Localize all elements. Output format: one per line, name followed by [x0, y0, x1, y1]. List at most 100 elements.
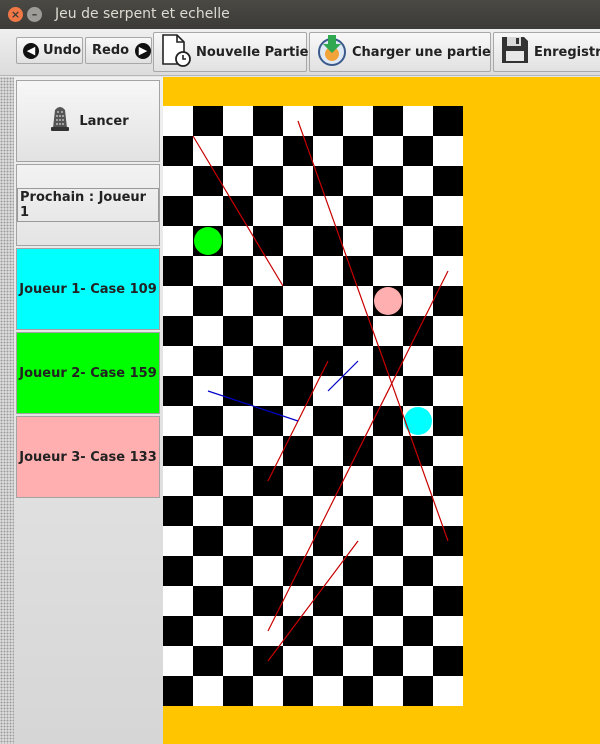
board-cell[interactable] [313, 136, 343, 166]
board-cell[interactable] [223, 556, 253, 586]
board-cell[interactable] [163, 166, 193, 196]
board-cell[interactable] [403, 346, 433, 376]
board-cell[interactable] [283, 466, 313, 496]
board-cell[interactable] [403, 106, 433, 136]
board-cell[interactable] [313, 466, 343, 496]
board-cell[interactable] [193, 466, 223, 496]
board-cell[interactable] [283, 646, 313, 676]
board-cell[interactable] [403, 256, 433, 286]
board-cell[interactable] [373, 496, 403, 526]
board-cell[interactable] [163, 376, 193, 406]
board-cell[interactable] [163, 346, 193, 376]
board-cell[interactable] [373, 616, 403, 646]
board-cell[interactable] [253, 166, 283, 196]
board-cell[interactable] [433, 316, 463, 346]
board-cell[interactable] [163, 646, 193, 676]
board-cell[interactable] [373, 646, 403, 676]
board-cell[interactable] [373, 316, 403, 346]
board-cell[interactable] [433, 556, 463, 586]
board-cell[interactable] [343, 616, 373, 646]
board-cell[interactable] [343, 316, 373, 346]
board-cell[interactable] [373, 526, 403, 556]
board-cell[interactable] [313, 616, 343, 646]
board-cell[interactable] [163, 256, 193, 286]
board-cell[interactable] [343, 646, 373, 676]
board-cell[interactable] [193, 166, 223, 196]
board-cell[interactable] [223, 346, 253, 376]
board-cell[interactable] [433, 196, 463, 226]
board-cell[interactable] [253, 196, 283, 226]
board-cell[interactable] [373, 466, 403, 496]
board-cell[interactable] [193, 616, 223, 646]
board-cell[interactable] [403, 556, 433, 586]
board-cell[interactable] [193, 346, 223, 376]
board-cell[interactable] [223, 586, 253, 616]
undo-button[interactable]: ◀ Undo [16, 37, 83, 64]
board-cell[interactable] [193, 286, 223, 316]
board-cell[interactable] [373, 436, 403, 466]
board-cell[interactable] [343, 136, 373, 166]
board-cell[interactable] [283, 226, 313, 256]
board-cell[interactable] [313, 196, 343, 226]
board-cell[interactable] [343, 496, 373, 526]
board-cell[interactable] [163, 106, 193, 136]
board-cell[interactable] [313, 646, 343, 676]
board-cell[interactable] [193, 196, 223, 226]
board-cell[interactable] [253, 376, 283, 406]
board-cell[interactable] [313, 406, 343, 436]
board-cell[interactable] [403, 286, 433, 316]
board-cell[interactable] [253, 136, 283, 166]
board-cell[interactable] [163, 226, 193, 256]
roll-dice-button[interactable]: Lancer [16, 80, 160, 162]
board-cell[interactable] [223, 106, 253, 136]
board-cell[interactable] [403, 496, 433, 526]
save-button[interactable]: Enregistr [493, 32, 600, 72]
new-game-button[interactable]: Nouvelle Partie [153, 32, 308, 72]
board-cell[interactable] [193, 526, 223, 556]
board-cell[interactable] [163, 406, 193, 436]
board-cell[interactable] [283, 196, 313, 226]
board-cell[interactable] [373, 166, 403, 196]
board-cell[interactable] [223, 466, 253, 496]
board-cell[interactable] [163, 466, 193, 496]
board-cell[interactable] [373, 226, 403, 256]
board-cell[interactable] [403, 586, 433, 616]
board-cell[interactable] [313, 436, 343, 466]
board-cell[interactable] [433, 286, 463, 316]
board-cell[interactable] [313, 256, 343, 286]
board-cell[interactable] [283, 316, 313, 346]
minimize-icon[interactable]: – [27, 7, 42, 22]
board-cell[interactable] [283, 496, 313, 526]
board-cell[interactable] [193, 436, 223, 466]
board-cell[interactable] [373, 196, 403, 226]
board-cell[interactable] [223, 526, 253, 556]
board-cell[interactable] [343, 406, 373, 436]
board-cell[interactable] [283, 166, 313, 196]
board-cell[interactable] [283, 586, 313, 616]
board-cell[interactable] [253, 676, 283, 706]
board-cell[interactable] [403, 616, 433, 646]
board-cell[interactable] [313, 676, 343, 706]
board-cell[interactable] [253, 496, 283, 526]
board-cell[interactable] [223, 646, 253, 676]
board-cell[interactable] [163, 586, 193, 616]
board-cell[interactable] [433, 376, 463, 406]
board-cell[interactable] [283, 256, 313, 286]
board-cell[interactable] [223, 436, 253, 466]
board-cell[interactable] [283, 346, 313, 376]
board-cell[interactable] [253, 436, 283, 466]
board-cell[interactable] [163, 616, 193, 646]
board-cell[interactable] [193, 556, 223, 586]
board-cell[interactable] [163, 136, 193, 166]
board-cell[interactable] [223, 286, 253, 316]
board-cell[interactable] [373, 556, 403, 586]
board-cell[interactable] [343, 556, 373, 586]
board-cell[interactable] [253, 106, 283, 136]
board-cell[interactable] [373, 676, 403, 706]
board-cell[interactable] [403, 436, 433, 466]
board-cell[interactable] [253, 586, 283, 616]
board-cell[interactable] [253, 526, 283, 556]
board-cell[interactable] [403, 526, 433, 556]
board-cell[interactable] [193, 646, 223, 676]
game-board[interactable] [163, 77, 600, 744]
